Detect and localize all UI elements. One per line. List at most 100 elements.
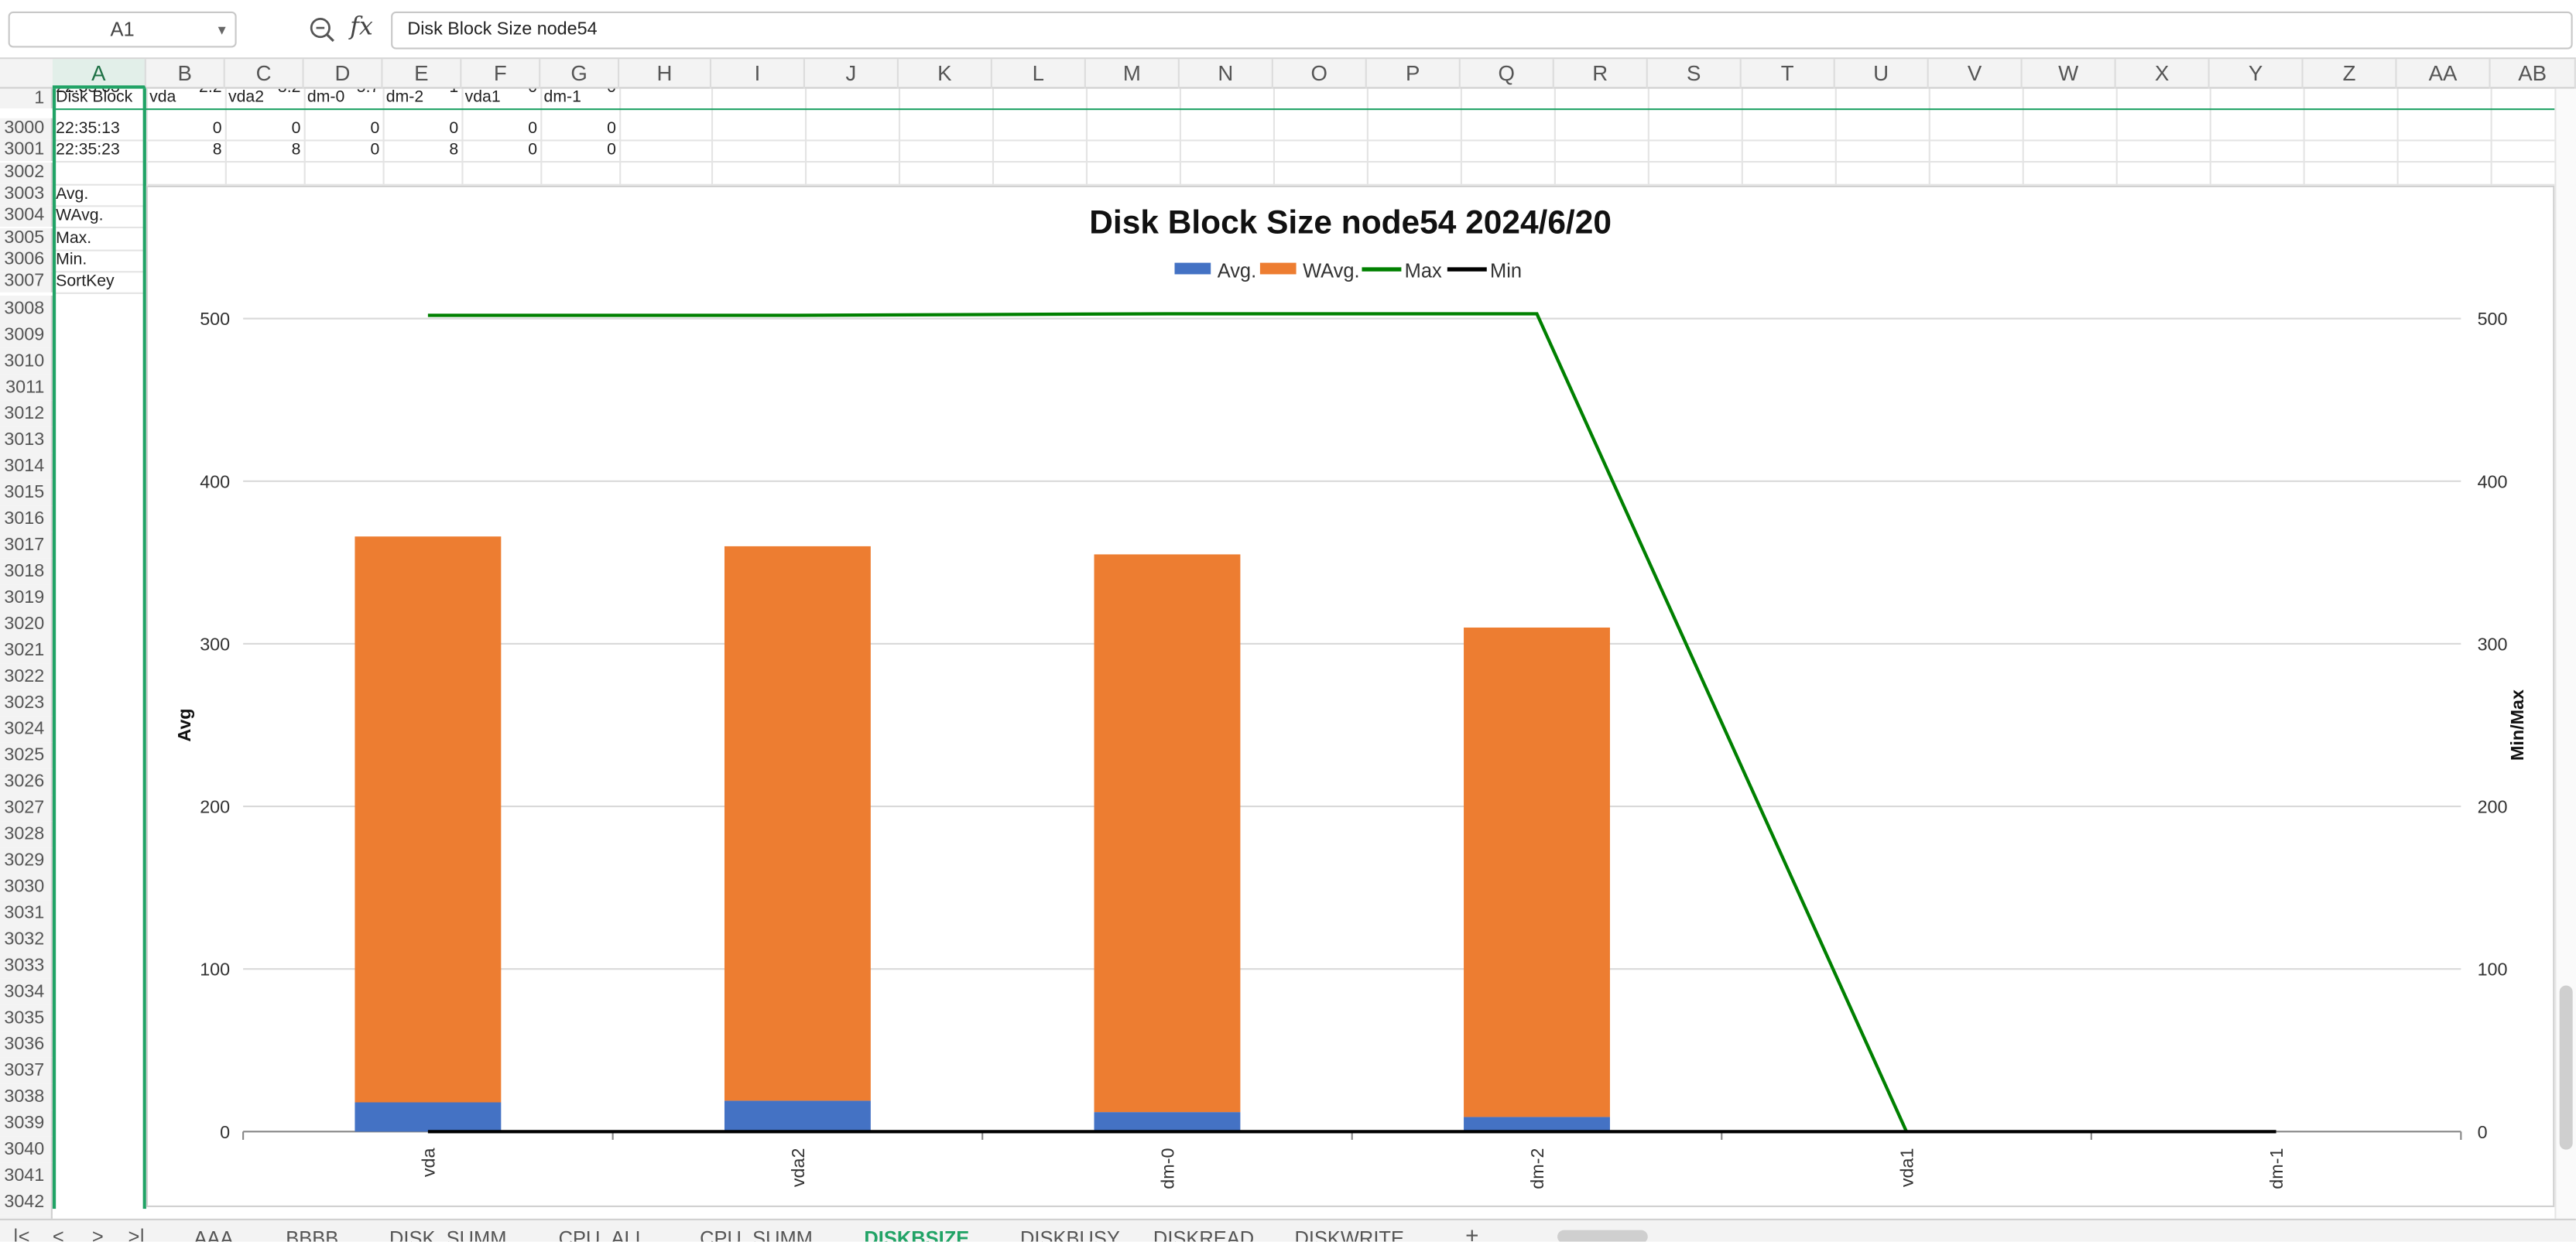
row-header[interactable]: 3032 [0,926,53,953]
column-header-ab[interactable]: AB [2491,59,2576,89]
row-header[interactable]: 3017 [0,532,53,559]
row-header[interactable]: 3015 [0,479,53,506]
column-header-l[interactable]: L [992,59,1086,89]
column-header-r[interactable]: R [1554,59,1648,89]
row-header[interactable]: 3005 [0,227,53,249]
row-header[interactable]: 3038 [0,1083,53,1110]
sheet-tab-cpu-summ[interactable]: CPU_SUMM [700,1227,813,1241]
column-header-i[interactable]: I [711,59,805,89]
column-header-d[interactable]: D [304,59,383,89]
column-header-s[interactable]: S [1648,59,1742,89]
column-header-t[interactable]: T [1742,59,1835,89]
name-box[interactable]: A1 ▼ [8,11,237,48]
sheet-tab-diskwrite[interactable]: DISKWRITE [1294,1227,1404,1241]
data-cell[interactable]: 0 [386,118,458,140]
data-cell[interactable]: 0 [544,140,616,162]
row-header[interactable]: 3004 [0,205,53,228]
row-header[interactable]: 3013 [0,426,53,453]
row-header[interactable]: 3012 [0,400,53,427]
column-header-k[interactable]: K [899,59,992,89]
row-header[interactable]: 3024 [0,716,53,743]
data-cell[interactable]: 0 [307,140,379,162]
row-header[interactable]: 3028 [0,821,53,848]
row-header[interactable]: 3027 [0,795,53,822]
formula-input[interactable]: Disk Block Size node54 [391,11,2573,50]
row-header[interactable]: 3029 [0,847,53,874]
first-sheet-button[interactable]: |< [13,1225,29,1241]
data-cell[interactable] [149,162,221,183]
header-cell[interactable]: dm-0 [307,89,379,108]
column-header-o[interactable]: O [1273,59,1367,89]
sheet-tab-diskread[interactable]: DISKREAD [1153,1227,1254,1241]
sheet-tab-bbbb[interactable]: BBBB [286,1227,338,1241]
data-cell[interactable]: 8 [228,140,301,162]
row-header[interactable]: 3018 [0,558,53,585]
column-header-c[interactable]: C [225,59,304,89]
chart-container[interactable]: Disk Block Size node54 2024/6/20 Avg. WAvg… [146,185,2555,1207]
header-cell[interactable]: dm-2 [386,89,458,108]
column-header-m[interactable]: M [1086,59,1180,89]
row-header[interactable]: 3034 [0,978,53,1005]
row-header[interactable]: 3014 [0,453,53,480]
header-cell[interactable]: dm-1 [544,89,616,108]
column-header-u[interactable]: U [1835,59,1929,89]
row-header[interactable]: 3010 [0,347,53,375]
row-header[interactable]: 3009 [0,321,53,348]
row-header[interactable]: 3025 [0,742,53,769]
vertical-scroll-thumb[interactable] [2559,985,2573,1150]
row-header[interactable]: 3041 [0,1162,53,1189]
data-cell[interactable]: 0 [544,118,616,140]
column-header-w[interactable]: W [2023,59,2116,89]
row-header[interactable]: 3011 [0,374,53,401]
column-header-a[interactable]: A [52,59,146,89]
row-header[interactable]: 3030 [0,874,53,901]
data-cell[interactable]: 0 [307,118,379,140]
column-header-g[interactable]: G [540,59,620,89]
row-header[interactable]: 3016 [0,505,53,532]
row-header[interactable]: 3036 [0,1031,53,1058]
row-header[interactable]: 3037 [0,1057,53,1084]
sheet-tab-aaa[interactable]: AAA [194,1227,233,1241]
header-cell[interactable]: vda1 [465,89,537,108]
row-header[interactable]: 3031 [0,900,53,927]
data-cell[interactable]: 0 [465,140,537,162]
column-header-q[interactable]: Q [1461,59,1554,89]
row-header[interactable]: 3006 [0,249,53,271]
row-header[interactable]: 3019 [0,584,53,611]
column-header-x[interactable]: X [2116,59,2210,89]
sheet-tab-diskbsize[interactable]: DISKBSIZE [864,1227,969,1241]
column-header-p[interactable]: P [1367,59,1461,89]
row-header[interactable]: 3023 [0,689,53,717]
sheet-tab-cpu-all[interactable]: CPU_ALL [559,1227,646,1241]
data-cell[interactable]: 8 [149,140,222,162]
row-header[interactable]: 3039 [0,1110,53,1137]
data-cell[interactable] [228,162,300,183]
next-sheet-button[interactable]: > [92,1225,104,1241]
column-header-v[interactable]: V [1929,59,2023,89]
header-cell[interactable]: vda [149,89,221,108]
last-sheet-button[interactable]: >| [128,1225,145,1241]
data-cell[interactable]: 0 [149,118,222,140]
data-cell[interactable] [307,162,379,183]
chevron-down-icon[interactable]: ▼ [215,13,228,48]
row-header[interactable]: 3035 [0,1004,53,1032]
row-header[interactable]: 3042 [0,1189,53,1216]
data-cell[interactable]: 0 [228,118,301,140]
row-header[interactable]: 3040 [0,1136,53,1163]
column-header-n[interactable]: N [1180,59,1273,89]
column-header-z[interactable]: Z [2304,59,2397,89]
sheet-tab-diskbusy[interactable]: DISKBUSY [1020,1227,1120,1241]
add-sheet-button[interactable]: + [1465,1222,1478,1241]
column-header-f[interactable]: F [461,59,541,89]
row-header[interactable]: 3026 [0,768,53,795]
data-cell[interactable]: 8 [386,140,458,162]
column-header-aa[interactable]: AA [2397,59,2491,89]
header-cell[interactable]: vda2 [228,89,300,108]
data-cell[interactable] [386,162,458,183]
sheet-tab-disk-summ[interactable]: DISK_SUMM [389,1227,506,1241]
data-cell[interactable]: 0 [465,118,537,140]
row-header[interactable]: 3001 [0,140,53,162]
row-header[interactable]: 3000 [0,118,53,140]
row-header[interactable]: 3022 [0,663,53,690]
row-header[interactable]: 3033 [0,952,53,979]
